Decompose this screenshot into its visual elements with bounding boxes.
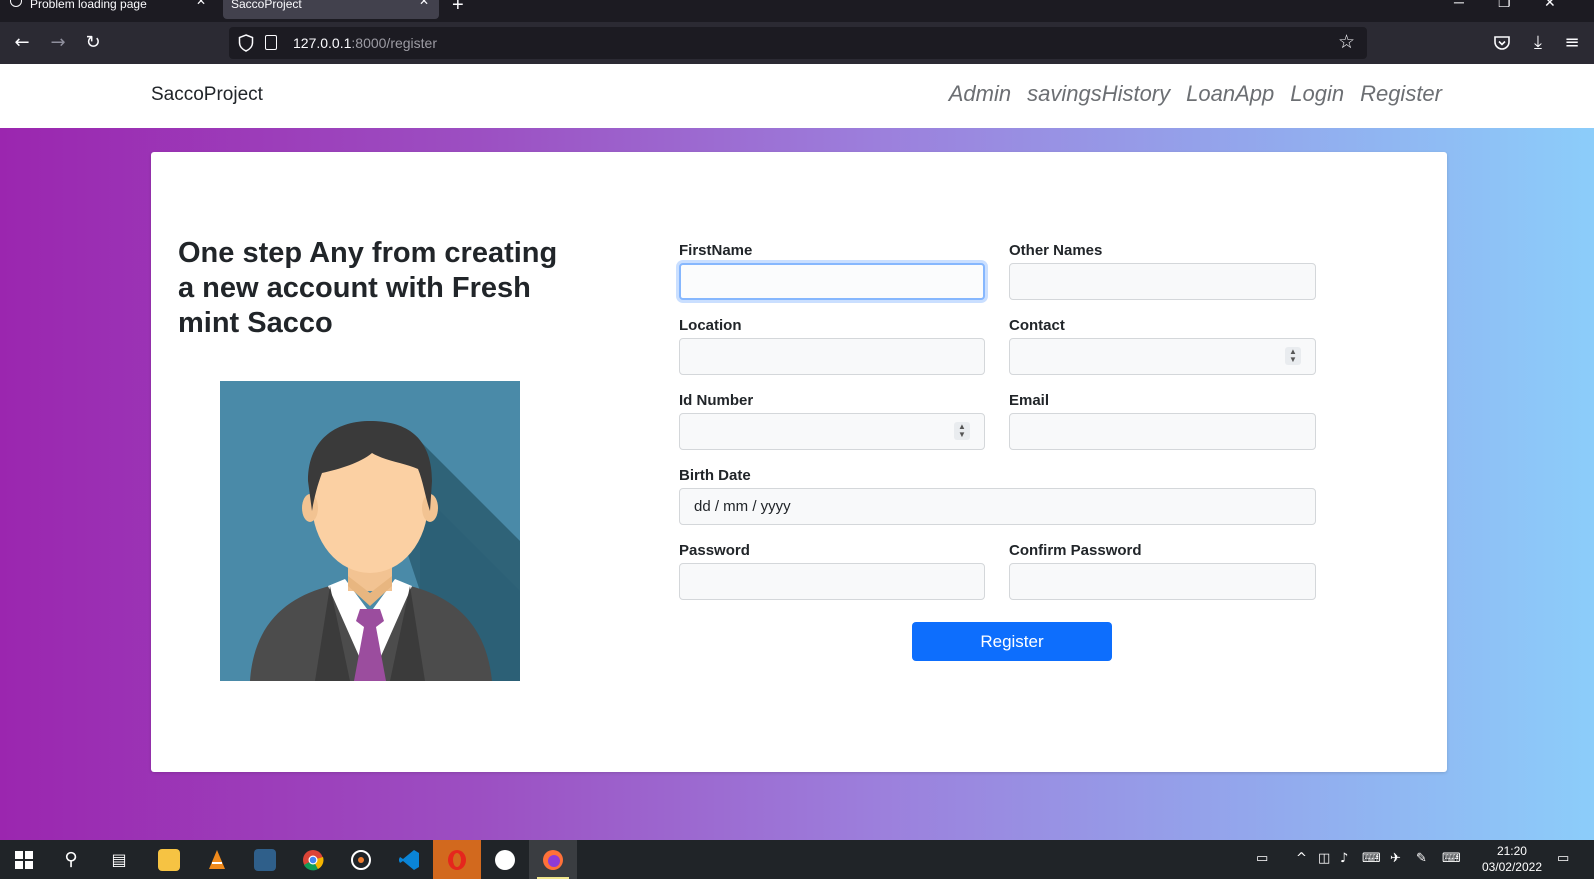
firefox-icon[interactable]	[529, 840, 577, 879]
othernames-input[interactable]	[1009, 263, 1316, 300]
password-input[interactable]	[679, 563, 985, 600]
site-navbar: SaccoProject Admin savingsHistory LoanAp…	[0, 64, 1594, 128]
firstname-label: FirstName	[679, 242, 753, 259]
location-input[interactable]	[679, 338, 985, 375]
birthdate-label: Birth Date	[679, 467, 751, 484]
system-clock[interactable]: 21:20 03/02/2022	[1482, 843, 1542, 875]
shield-icon[interactable]	[238, 34, 254, 52]
tab-saccoproject[interactable]: SaccoProject ✕	[223, 0, 439, 19]
number-spinner-icon[interactable]: ▲ ▼	[1285, 347, 1301, 365]
browser-toolbar: ← → ↻ 127.0.0.1:8000/register ☆ ⤓ ≡	[0, 22, 1594, 64]
close-icon[interactable]: ✕	[196, 0, 206, 7]
bookmark-star-icon[interactable]: ☆	[1338, 31, 1355, 53]
vscode-icon[interactable]	[385, 840, 433, 879]
confirm-password-label: Confirm Password	[1009, 542, 1142, 559]
page-heading: One step Any from creating a new account…	[178, 237, 558, 339]
tab-label: Problem loading page	[30, 0, 147, 11]
tab-problem-loading[interactable]: Problem loading page ✕	[0, 0, 216, 19]
password-field: Password	[679, 542, 985, 600]
search-icon[interactable]: ⚲	[47, 840, 95, 879]
media-icon[interactable]	[337, 840, 385, 879]
confirm-password-input[interactable]	[1009, 563, 1316, 600]
back-arrow-icon[interactable]: ←	[11, 32, 33, 54]
tab-label: SaccoProject	[231, 0, 302, 11]
email-input[interactable]	[1009, 413, 1316, 450]
birthdate-placeholder: dd / mm / yyyy	[694, 498, 791, 515]
nav-links: Admin savingsHistory LoanApp Login Regis…	[949, 81, 1442, 107]
browser-tab-bar: Problem loading page ✕ SaccoProject ✕ + …	[0, 0, 1594, 22]
address-bar[interactable]: 127.0.0.1:8000/register ☆	[229, 27, 1367, 59]
windows-taskbar: ⚲ ▤ ▭ ^ ◫ ♪ ⌨ ✈ ✎ ⌨ 21:20 03/02/2022 ▭	[0, 840, 1594, 879]
pen-icon[interactable]: ✎	[1416, 851, 1427, 866]
new-tab-plus-icon[interactable]: +	[452, 0, 464, 17]
news-icon[interactable]: ▭	[1256, 851, 1268, 866]
othernames-label: Other Names	[1009, 242, 1103, 259]
volume-icon[interactable]: ♪	[1340, 851, 1348, 866]
page-background: SaccoProject Admin savingsHistory LoanAp…	[0, 64, 1594, 840]
network-icon[interactable]: ◫	[1318, 851, 1330, 866]
nav-link-login[interactable]: Login	[1290, 81, 1344, 107]
othernames-field: Other Names	[1009, 242, 1316, 300]
task-view-icon[interactable]: ▤	[95, 840, 143, 879]
reload-icon[interactable]: ↻	[82, 32, 104, 54]
register-button[interactable]: Register	[912, 622, 1112, 661]
password-label: Password	[679, 542, 750, 559]
birthdate-input[interactable]: dd / mm / yyyy	[679, 488, 1316, 525]
chevron-up-icon[interactable]: ^	[1296, 851, 1307, 866]
nav-link-register[interactable]: Register	[1360, 81, 1442, 107]
contact-input[interactable]: ▲ ▼	[1009, 338, 1316, 375]
clock-time: 21:20	[1496, 844, 1527, 858]
minimize-icon[interactable]: ─	[1454, 0, 1464, 10]
pocket-icon[interactable]	[1493, 35, 1511, 51]
download-icon[interactable]: ⤓	[1527, 32, 1549, 54]
file-explorer-icon[interactable]	[145, 840, 193, 879]
start-icon[interactable]	[0, 840, 48, 879]
close-icon[interactable]: ✕	[419, 0, 429, 7]
opera-icon[interactable]	[433, 840, 481, 879]
clock-date: 03/02/2022	[1481, 860, 1542, 874]
firstname-field: FirstName	[679, 242, 985, 300]
idnumber-input[interactable]: ▲ ▼	[679, 413, 985, 450]
register-card: One step Any from creating a new account…	[151, 152, 1447, 772]
nav-link-savings-history[interactable]: savingsHistory	[1027, 81, 1170, 107]
restore-icon[interactable]: ❐	[1498, 0, 1511, 11]
number-spinner-icon[interactable]: ▲ ▼	[954, 422, 970, 440]
location-field: Location	[679, 317, 985, 375]
language-icon[interactable]: ⌨	[1362, 851, 1381, 866]
menu-icon[interactable]: ≡	[1561, 32, 1583, 54]
confirm-password-field: Confirm Password	[1009, 542, 1316, 600]
contact-label: Contact	[1009, 317, 1065, 334]
chrome-icon[interactable]	[289, 840, 337, 879]
url-text[interactable]: 127.0.0.1:8000/register	[293, 35, 437, 51]
email-label: Email	[1009, 392, 1050, 409]
window-close-icon[interactable]: ✕	[1544, 0, 1556, 11]
idnumber-field: Id Number ▲ ▼	[679, 392, 985, 450]
brand-link[interactable]: SaccoProject	[151, 84, 263, 106]
vlc-icon[interactable]	[193, 840, 241, 879]
contact-field: Contact ▲ ▼	[1009, 317, 1316, 375]
word-icon[interactable]	[481, 840, 529, 879]
page-icon	[265, 35, 277, 50]
nav-link-loanapp[interactable]: LoanApp	[1186, 81, 1274, 107]
idnumber-label: Id Number	[679, 392, 754, 409]
email-field: Email	[1009, 392, 1316, 450]
notifications-icon[interactable]: ▭	[1557, 851, 1569, 866]
firstname-input[interactable]	[679, 263, 985, 300]
location-label: Location	[679, 317, 742, 334]
birthdate-field: Birth Date dd / mm / yyyy	[679, 467, 1316, 525]
mysql-workbench-icon[interactable]	[241, 840, 289, 879]
info-icon	[10, 0, 22, 7]
keyboard-icon[interactable]: ⌨	[1442, 851, 1461, 866]
nav-link-admin[interactable]: Admin	[949, 81, 1011, 107]
businessman-avatar-icon	[220, 381, 520, 681]
airplane-icon[interactable]: ✈	[1390, 851, 1401, 866]
forward-arrow-icon[interactable]: →	[47, 32, 69, 54]
